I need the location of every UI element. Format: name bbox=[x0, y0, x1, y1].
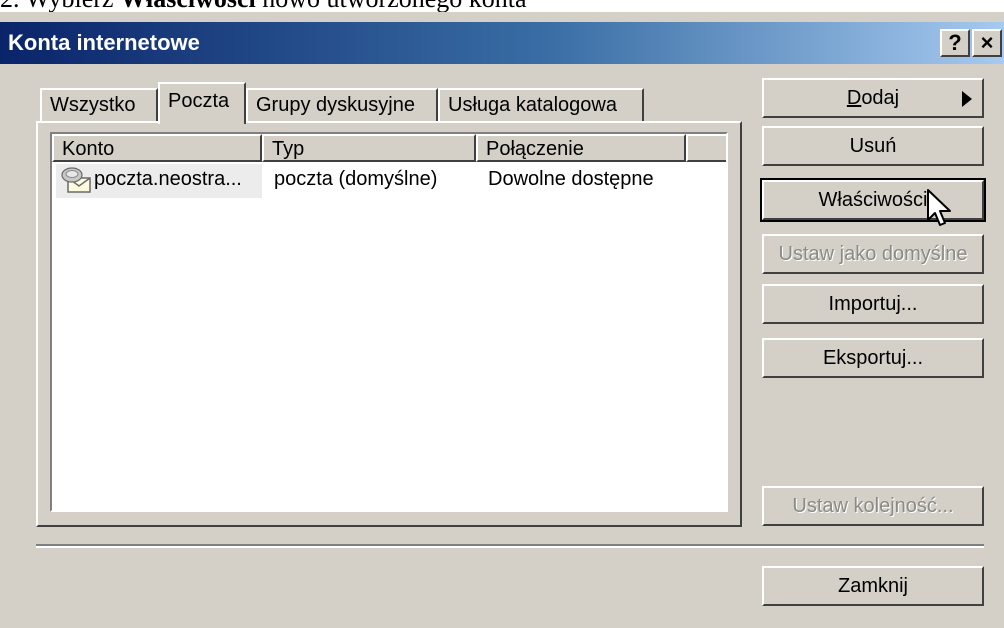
cell-konto: poczta.neostra... bbox=[56, 164, 262, 198]
cell-polaczenie: Dowolne dostępne bbox=[488, 168, 654, 190]
list-header: Konto Typ Połączenie bbox=[52, 134, 726, 162]
close-button[interactable]: × bbox=[972, 29, 1002, 57]
mouse-cursor-icon bbox=[927, 189, 951, 226]
mail-tab-panel: Konto Typ Połączenie poczta.neostra... p… bbox=[36, 121, 742, 527]
column-filler bbox=[686, 134, 726, 162]
document-caption: 2. Wybierz Właściwości nowo utworzonego … bbox=[0, 0, 700, 12]
table-row[interactable]: poczta.neostra... poczta (domyślne) Dowo… bbox=[52, 164, 726, 198]
account-name: poczta.neostra... bbox=[94, 168, 242, 190]
submenu-arrow-icon bbox=[962, 91, 972, 107]
divider bbox=[36, 544, 984, 548]
import-button[interactable]: Importuj... bbox=[762, 284, 984, 324]
column-typ[interactable]: Typ bbox=[262, 134, 476, 162]
cell-typ: poczta (domyślne) bbox=[274, 168, 438, 190]
title-bar: Konta internetowe ? × bbox=[0, 22, 1004, 64]
caption-prefix: 2. Wybierz bbox=[0, 0, 120, 12]
tab-grupy-dyskusyjne[interactable]: Grupy dyskusyjne bbox=[246, 88, 438, 122]
add-button[interactable]: Dodaj bbox=[762, 78, 984, 118]
mail-account-icon bbox=[61, 167, 91, 193]
window-title: Konta internetowe bbox=[8, 30, 200, 55]
caption-suffix: nowo utworzonego konta bbox=[256, 0, 526, 12]
column-konto[interactable]: Konto bbox=[52, 134, 262, 162]
tab-usluga-katalogowa[interactable]: Usługa katalogowa bbox=[438, 88, 644, 122]
column-polaczenie[interactable]: Połączenie bbox=[476, 134, 686, 162]
add-button-mnemonic: D bbox=[846, 87, 862, 109]
tab-poczta[interactable]: Poczta bbox=[158, 82, 246, 124]
close-dialog-button[interactable]: Zamknij bbox=[762, 566, 984, 606]
export-button[interactable]: Eksportuj... bbox=[762, 338, 984, 378]
caption-bold: Właściwości bbox=[120, 0, 256, 12]
set-default-button[interactable]: Ustaw jako domyślne bbox=[762, 234, 984, 274]
help-button[interactable]: ? bbox=[940, 29, 970, 57]
set-order-button[interactable]: Ustaw kolejność... bbox=[762, 486, 984, 526]
add-button-label: odaj bbox=[861, 87, 900, 109]
tab-wszystko[interactable]: Wszystko bbox=[40, 88, 158, 122]
remove-button[interactable]: Usuń bbox=[762, 126, 984, 166]
accounts-list[interactable]: Konto Typ Połączenie poczta.neostra... p… bbox=[50, 132, 728, 512]
